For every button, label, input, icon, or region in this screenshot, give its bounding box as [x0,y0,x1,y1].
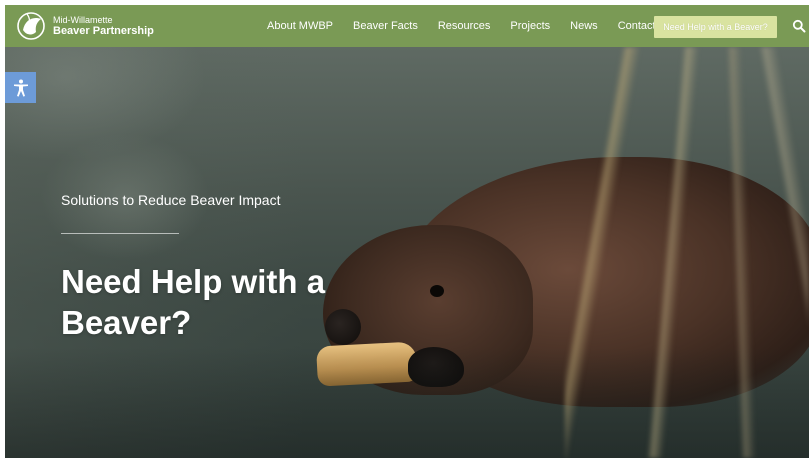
main-nav: About MWBP Beaver Facts Resources Projec… [267,5,676,47]
foreground-reeds [565,47,809,458]
logo-text: Mid-Willamette Beaver Partnership [53,15,154,37]
logo-line-2: Beaver Partnership [53,25,154,37]
page-frame: Mid-Willamette Beaver Partnership About … [5,5,809,458]
need-help-button[interactable]: Need Help with a Beaver? [654,16,777,38]
search-icon[interactable] [792,19,806,33]
nav-beaver-facts[interactable]: Beaver Facts [353,20,418,32]
nav-contact[interactable]: Contact [618,20,656,32]
nav-about[interactable]: About MWBP [267,20,333,32]
beaver-logo-icon [17,10,47,42]
hero-subtitle: Solutions to Reduce Beaver Impact [61,192,281,208]
beaver-eye [430,285,444,297]
hero-banner: Solutions to Reduce Beaver Impact Need H… [5,47,809,458]
nav-news[interactable]: News [570,20,598,32]
nav-projects[interactable]: Projects [510,20,550,32]
nav-resources[interactable]: Resources [438,20,491,32]
hero-divider [61,233,179,234]
accessibility-icon[interactable] [5,72,36,103]
hero-headline: Need Help with a Beaver? [61,263,326,341]
site-header: Mid-Willamette Beaver Partnership About … [5,5,809,47]
site-logo[interactable]: Mid-Willamette Beaver Partnership [17,10,154,42]
